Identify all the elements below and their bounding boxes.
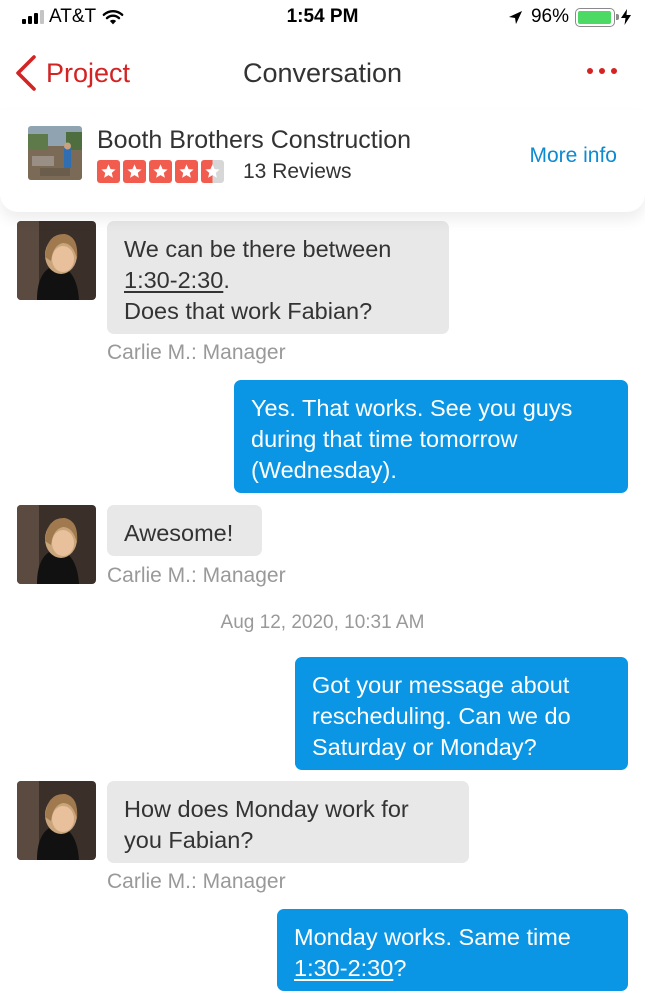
review-count: 13 Reviews [243,160,352,183]
message-line: Monday works. Same time [294,924,571,950]
message-line: Does that work Fabian? [124,298,373,324]
time-link[interactable]: 1:30-2:30 [124,267,223,293]
sender-label: Carlie M.: Manager [107,564,286,587]
message-line: 1:30-2:30. [124,265,432,296]
business-name: Booth Brothers Construction [97,126,412,154]
status-bar: AT&T 1:54 PM 96% [0,0,645,36]
sender-label: Carlie M.: Manager [107,870,286,893]
outgoing-message: Yes. That works. See you guys during tha… [234,380,628,493]
conversation-timestamp: Aug 12, 2020, 10:31 AM [220,612,425,633]
avatar[interactable] [17,221,96,300]
message-line: rescheduling. Can we do [312,703,571,729]
battery-cap [616,13,619,20]
message-line: you Fabian? [124,827,254,853]
star-icon [123,160,146,183]
message-line: (Wednesday). [251,457,397,483]
business-header[interactable]: Booth Brothers Construction 13 Reviews M… [0,110,645,212]
message-line: We can be there between [124,236,392,262]
avatar[interactable] [17,781,96,860]
location-arrow-icon [508,10,523,24]
message-punctuation: . [223,267,230,293]
incoming-message: We can be there between 1:30-2:30. Does … [107,221,449,334]
star-icon [97,160,120,183]
outgoing-message: Got your message about rescheduling. Can… [295,657,628,770]
time-link[interactable]: 1:30-2:30 [294,955,393,981]
message-line: Yes. That works. See you guys [251,395,573,421]
message-line: Saturday or Monday? [312,734,537,760]
message-line: Awesome! [124,520,234,546]
message-line: during that time tomorrow [251,426,518,452]
battery-percent: 96% [530,6,569,27]
business-photo [28,126,82,180]
outgoing-message: Monday works. Same time 1:30-2:30? [277,909,628,991]
message-line: 1:30-2:30? [294,953,611,984]
sender-label: Carlie M.: Manager [107,341,286,364]
star-rating [97,160,224,183]
half-star-icon [201,160,224,183]
star-icon [175,160,198,183]
star-icon [149,160,172,183]
page-title: Conversation [242,58,403,88]
nav-bar: Project Conversation [0,44,645,102]
message-punctuation: ? [393,955,407,981]
battery-icon [575,7,619,27]
battery-fill [578,10,611,24]
message-line: How does Monday work for [124,796,409,822]
avatar[interactable] [17,505,96,584]
incoming-message: How does Monday work for you Fabian? [107,781,469,863]
more-info-link[interactable]: More info [529,144,617,168]
charging-bolt-icon [621,9,631,25]
status-right: 96% [508,6,631,28]
incoming-message: Awesome! [107,505,262,556]
more-dots-icon[interactable] [587,68,617,74]
message-line: Got your message about [312,672,570,698]
